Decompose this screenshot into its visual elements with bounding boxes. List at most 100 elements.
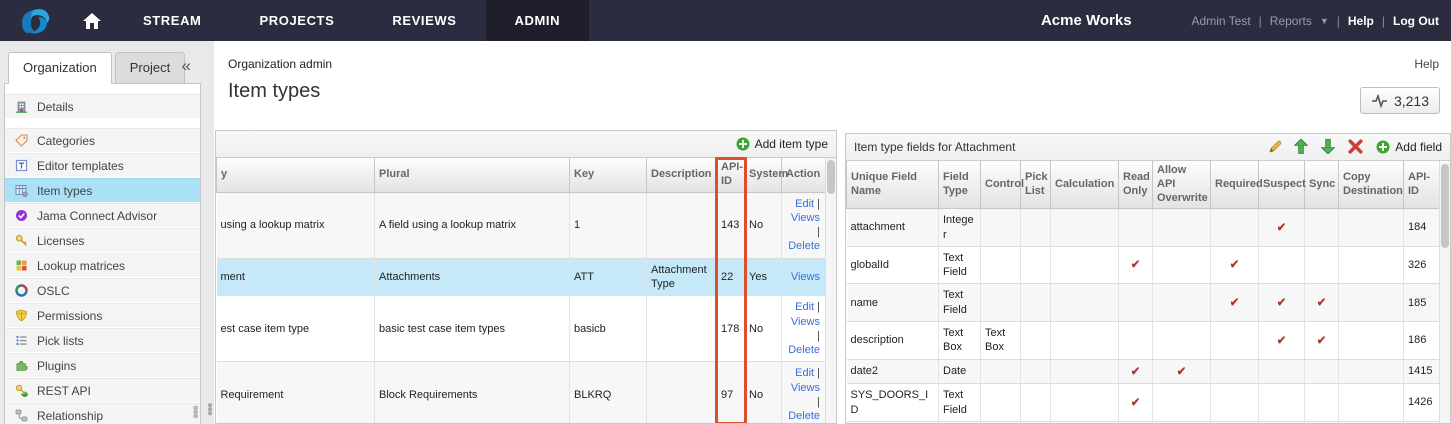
sidebar-resizer[interactable]: ● ● ● [205, 41, 214, 424]
arrow-up-icon[interactable] [1294, 139, 1310, 155]
user-menu[interactable]: Admin Test [1192, 14, 1251, 28]
help-menu[interactable]: Help [1348, 14, 1374, 28]
resizer-grip-icon: ● ● ● [207, 400, 214, 419]
item-type-row[interactable]: using a lookup matrix A field using a loo… [216, 192, 827, 259]
add-field-button[interactable]: Add field [1376, 140, 1442, 154]
reports-menu[interactable]: Reports [1270, 14, 1312, 28]
field-row[interactable]: name Text Field ✔ ✔ ✔ 185 [846, 283, 1440, 323]
cell-pick-list [1020, 208, 1051, 247]
item-types-toolbar: Add item type [216, 131, 836, 158]
sidebar-item-permissions[interactable]: Permissions [5, 303, 200, 328]
jama-logo[interactable] [0, 6, 70, 36]
item-types-column-header-plural[interactable]: Plural [374, 158, 570, 193]
fields-column-header-api-id[interactable]: API-ID [1403, 161, 1440, 210]
item-type-count-badge[interactable]: 3,213 [1359, 87, 1440, 114]
edit-link[interactable]: Edit [795, 198, 814, 210]
item-types-column-header-api-id[interactable]: API-ID [716, 158, 745, 193]
cell-copy-destination [1338, 208, 1404, 247]
sidebar-item-editor-templates[interactable]: Editor templates [5, 153, 200, 178]
item-types-column-header-y[interactable]: y [216, 158, 375, 193]
organization-name: Acme Works [1040, 12, 1132, 29]
sidebar-item-categories[interactable]: Categories [5, 128, 200, 153]
sidebar-item-licenses[interactable]: Licenses [5, 228, 200, 253]
field-row[interactable]: attachment Integer ✔ 184 [846, 208, 1440, 247]
sidebar-item-list: Details Categories Editor templates Item ty… [5, 84, 200, 424]
sidebar-item-pick-lists[interactable]: Pick lists [5, 328, 200, 353]
delete-x-icon[interactable] [1348, 139, 1364, 155]
cell-read-only [1118, 283, 1153, 323]
separator: | [817, 329, 820, 342]
item-types-scrollbar[interactable] [825, 158, 836, 423]
advisor-icon [15, 209, 29, 223]
fields-column-header-required[interactable]: Required [1210, 161, 1263, 210]
sidebar-item-label: OSLC [37, 283, 70, 298]
field-row[interactable]: globalId Text Field ✔ ✔ 326 [846, 246, 1440, 285]
item-type-row[interactable]: Requirement Block Requirements BLKRQ 97 No Ed… [216, 361, 827, 423]
fields-column-header-read-only[interactable]: Read Only [1118, 161, 1153, 210]
sidebar-item-label: Plugins [37, 358, 77, 373]
views-link[interactable]: Views [791, 212, 820, 224]
sidebar-item-details[interactable]: Details [5, 94, 200, 119]
nav-item-projects[interactable]: PROJECTS [231, 0, 364, 41]
sidebar-item-item-types[interactable]: Item types [5, 178, 200, 203]
sidebar-item-rest-api[interactable]: REST API [5, 378, 200, 403]
delete-link[interactable]: Delete [788, 240, 820, 252]
sidebar-item-oslc[interactable]: OSLC [5, 278, 200, 303]
fields-column-header-control[interactable]: Control [980, 161, 1024, 210]
fields-column-header-field-type[interactable]: Field Type [938, 161, 981, 210]
cell-system: Yes [744, 258, 782, 297]
cell-field-type: Text Box [938, 321, 981, 360]
sidebar-tab-organization[interactable]: Organization [8, 52, 112, 84]
nav-item-admin[interactable]: ADMIN [485, 0, 590, 41]
item-type-row[interactable]: est case item type basic test case item t… [216, 295, 827, 363]
fields-column-header-pick-list[interactable]: Pick List [1020, 161, 1051, 210]
collapse-sidebar-icon[interactable]: « [182, 57, 191, 74]
separator: | [814, 367, 820, 380]
nav-item-stream[interactable]: STREAM [114, 0, 231, 41]
fields-column-header-sync[interactable]: Sync [1304, 161, 1339, 210]
cell-api-id: 97 [716, 361, 745, 423]
item-type-row-selected[interactable]: ment Attachments ATT Attachment Type 22 Yes Vi… [216, 258, 827, 297]
add-item-type-button[interactable]: Add item type [736, 137, 828, 151]
cell-unique-field-name: attachment [846, 208, 939, 247]
item-types-column-header-system[interactable]: System [744, 158, 788, 193]
home-icon[interactable] [70, 0, 114, 41]
sidebar-scroll-handle[interactable]: ● ● ● [192, 403, 199, 422]
sidebar-item-lookup-matrices[interactable]: Lookup matrices [5, 253, 200, 278]
help-link[interactable]: Help [1414, 57, 1439, 71]
cell-calculation [1050, 283, 1119, 323]
fields-scrollbar[interactable] [1439, 162, 1450, 423]
field-row[interactable]: description Text Box Text Box ✔ ✔ 186 [846, 321, 1440, 360]
nav-item-reviews[interactable]: REVIEWS [363, 0, 485, 41]
edit-link[interactable]: Edit [795, 367, 814, 379]
cell-sync [1304, 359, 1339, 385]
views-link[interactable]: Views [791, 382, 820, 394]
sidebar-item-plugins[interactable]: Plugins [5, 353, 200, 378]
cell-description [646, 295, 717, 363]
views-link[interactable]: Views [791, 271, 820, 283]
fields-column-header-suspect[interactable]: Suspect [1258, 161, 1306, 210]
sidebar-item-relationship[interactable]: Relationship [5, 403, 200, 424]
item-types-column-header-key[interactable]: Key [569, 158, 647, 193]
views-link[interactable]: Views [791, 316, 820, 328]
plugin-icon [15, 359, 29, 373]
arrow-down-icon[interactable] [1321, 139, 1337, 155]
check-icon: ✔ [1316, 294, 1327, 309]
fields-column-header-allow-api-overwrite[interactable]: Allow API Overwrite [1152, 161, 1211, 210]
delete-link[interactable]: Delete [788, 410, 820, 422]
item-types-column-header-action[interactable]: Action [781, 158, 827, 193]
edit-link[interactable]: Edit [795, 301, 814, 313]
logout-link[interactable]: Log Out [1393, 14, 1439, 28]
sidebar-tab-project[interactable]: Project [114, 52, 186, 84]
sidebar-item-jama-connect-advisor[interactable]: Jama Connect Advisor [5, 203, 200, 228]
field-row[interactable]: date2 Date ✔ ✔ 1415 [846, 359, 1440, 385]
field-row[interactable]: SYS_DOORS_ID Text Field ✔ 1426 [846, 383, 1440, 422]
fields-column-header-copy-destination[interactable]: Copy Destination [1338, 161, 1404, 210]
item-types-column-header-description[interactable]: Description [646, 158, 717, 193]
fields-column-header-unique-field-name[interactable]: Unique Field Name [846, 161, 939, 210]
fields-column-header-calculation[interactable]: Calculation [1050, 161, 1119, 210]
cell-name: ment [216, 258, 375, 297]
delete-link[interactable]: Delete [788, 344, 820, 356]
cell-sync [1304, 383, 1339, 422]
pencil-icon[interactable] [1267, 139, 1283, 155]
